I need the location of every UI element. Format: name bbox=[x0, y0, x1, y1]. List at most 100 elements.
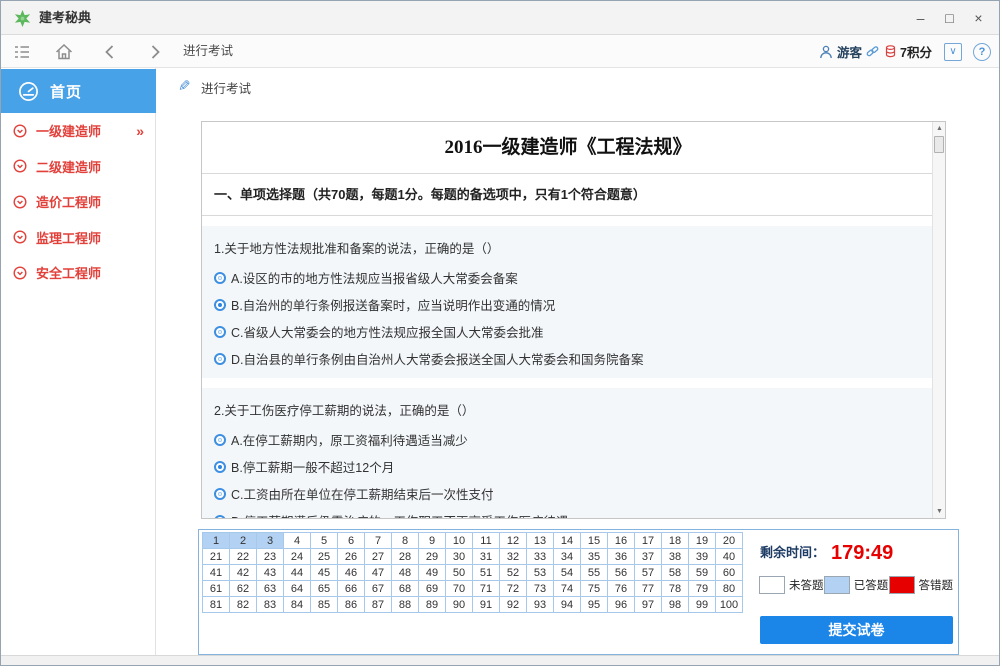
sidebar-item-zaojia[interactable]: 造价工程师 bbox=[1, 184, 156, 220]
answer-grid-cell[interactable]: 17 bbox=[635, 533, 662, 549]
radio-button-icon[interactable] bbox=[214, 272, 226, 284]
forward-icon[interactable] bbox=[145, 42, 165, 62]
answer-grid-cell[interactable]: 38 bbox=[662, 549, 689, 565]
answer-grid-cell[interactable]: 91 bbox=[473, 597, 500, 613]
answer-grid-cell[interactable]: 5 bbox=[311, 533, 338, 549]
menu-list-icon[interactable] bbox=[12, 42, 32, 62]
answer-grid-cell[interactable]: 54 bbox=[554, 565, 581, 581]
scroll-up-icon[interactable]: ▲ bbox=[933, 122, 946, 135]
radio-button-icon[interactable] bbox=[214, 488, 226, 500]
answer-grid-cell[interactable]: 60 bbox=[716, 565, 743, 581]
answer-grid-cell[interactable]: 21 bbox=[203, 549, 230, 565]
answer-grid-cell[interactable]: 62 bbox=[230, 581, 257, 597]
answer-option[interactable]: C.工资由所在单位在停工薪期结束后一次性支付 bbox=[212, 480, 924, 507]
answer-grid-cell[interactable]: 83 bbox=[257, 597, 284, 613]
close-button[interactable]: × bbox=[964, 5, 993, 31]
answer-grid-cell[interactable]: 6 bbox=[338, 533, 365, 549]
answer-grid-cell[interactable]: 12 bbox=[500, 533, 527, 549]
answer-grid-cell[interactable]: 41 bbox=[203, 565, 230, 581]
radio-button-icon[interactable] bbox=[214, 353, 226, 365]
minimize-button[interactable]: – bbox=[906, 5, 935, 31]
radio-button-icon[interactable] bbox=[214, 461, 226, 473]
scrollbar-thumb[interactable] bbox=[934, 136, 944, 153]
answer-grid-cell[interactable]: 19 bbox=[689, 533, 716, 549]
answer-grid-cell[interactable]: 16 bbox=[608, 533, 635, 549]
answer-grid-cell[interactable]: 74 bbox=[554, 581, 581, 597]
answer-grid-cell[interactable]: 32 bbox=[500, 549, 527, 565]
answer-grid-cell[interactable]: 84 bbox=[284, 597, 311, 613]
answer-grid-cell[interactable]: 68 bbox=[392, 581, 419, 597]
answer-grid-cell[interactable]: 78 bbox=[662, 581, 689, 597]
answer-grid-cell[interactable]: 28 bbox=[392, 549, 419, 565]
answer-grid-cell[interactable]: 25 bbox=[311, 549, 338, 565]
answer-grid-cell[interactable]: 85 bbox=[311, 597, 338, 613]
answer-grid-cell[interactable]: 50 bbox=[446, 565, 473, 581]
sidebar-item-anquan[interactable]: 安全工程师 bbox=[1, 255, 156, 291]
answer-grid-cell[interactable]: 93 bbox=[527, 597, 554, 613]
answer-grid-cell[interactable]: 96 bbox=[608, 597, 635, 613]
answer-grid-cell[interactable]: 47 bbox=[365, 565, 392, 581]
answer-grid-cell[interactable]: 22 bbox=[230, 549, 257, 565]
answer-grid-cell[interactable]: 81 bbox=[203, 597, 230, 613]
answer-option[interactable]: D.自治县的单行条例由自治州人大常委会报送全国人大常委会和国务院备案 bbox=[212, 345, 924, 372]
answer-grid-cell[interactable]: 66 bbox=[338, 581, 365, 597]
answer-grid-cell[interactable]: 48 bbox=[392, 565, 419, 581]
answer-grid-cell[interactable]: 69 bbox=[419, 581, 446, 597]
answer-grid-cell[interactable]: 99 bbox=[689, 597, 716, 613]
answer-option[interactable]: C.省级人大常委会的地方性法规应报全国人大常委会批准 bbox=[212, 318, 924, 345]
radio-button-icon[interactable] bbox=[214, 515, 226, 520]
answer-grid-cell[interactable]: 13 bbox=[527, 533, 554, 549]
answer-grid-cell[interactable]: 15 bbox=[581, 533, 608, 549]
answer-option[interactable]: B.自治州的单行条例报送备案时，应当说明作出变通的情况 bbox=[212, 291, 924, 318]
answer-grid-cell[interactable]: 8 bbox=[392, 533, 419, 549]
maximize-button[interactable]: □ bbox=[935, 5, 964, 31]
radio-button-icon[interactable] bbox=[214, 326, 226, 338]
dropdown-box-icon[interactable]: ∨ bbox=[944, 43, 962, 61]
answer-grid-cell[interactable]: 71 bbox=[473, 581, 500, 597]
answer-grid-cell[interactable]: 11 bbox=[473, 533, 500, 549]
answer-grid-cell[interactable]: 20 bbox=[716, 533, 743, 549]
answer-grid-cell[interactable]: 37 bbox=[635, 549, 662, 565]
answer-grid-cell[interactable]: 63 bbox=[257, 581, 284, 597]
answer-grid-cell[interactable]: 7 bbox=[365, 533, 392, 549]
answer-grid-cell[interactable]: 53 bbox=[527, 565, 554, 581]
back-icon[interactable] bbox=[100, 42, 120, 62]
scroll-down-icon[interactable]: ▼ bbox=[933, 505, 946, 518]
sidebar-item-yiji[interactable]: 一级建造师 » bbox=[1, 113, 156, 149]
answer-grid-cell[interactable]: 51 bbox=[473, 565, 500, 581]
answer-grid-cell[interactable]: 14 bbox=[554, 533, 581, 549]
answer-option[interactable]: D.停工薪期满后仍需治疗的，工伤职工不再享受工伤医疗待遇 bbox=[212, 507, 924, 519]
answer-grid-cell[interactable]: 88 bbox=[392, 597, 419, 613]
answer-option[interactable]: A.设区的市的地方性法规应当报省级人大常委会备案 bbox=[212, 264, 924, 291]
answer-grid-cell[interactable]: 75 bbox=[581, 581, 608, 597]
expand-arrows-icon[interactable]: » bbox=[136, 123, 142, 139]
answer-grid-cell[interactable]: 30 bbox=[446, 549, 473, 565]
user-account[interactable]: 游客 bbox=[819, 35, 879, 68]
answer-grid-cell[interactable]: 39 bbox=[689, 549, 716, 565]
answer-grid-cell[interactable]: 86 bbox=[338, 597, 365, 613]
answer-grid-cell[interactable]: 59 bbox=[689, 565, 716, 581]
answer-grid-cell[interactable]: 26 bbox=[338, 549, 365, 565]
answer-option[interactable]: B.停工薪期一般不超过12个月 bbox=[212, 453, 924, 480]
answer-grid-cell[interactable]: 65 bbox=[311, 581, 338, 597]
answer-grid-cell[interactable]: 18 bbox=[662, 533, 689, 549]
answer-grid-cell[interactable]: 40 bbox=[716, 549, 743, 565]
answer-grid-cell[interactable]: 67 bbox=[365, 581, 392, 597]
points-balance[interactable]: 7积分 bbox=[885, 35, 932, 68]
answer-grid-cell[interactable]: 23 bbox=[257, 549, 284, 565]
answer-grid-cell[interactable]: 2 bbox=[230, 533, 257, 549]
answer-grid-cell[interactable]: 55 bbox=[581, 565, 608, 581]
radio-button-icon[interactable] bbox=[214, 434, 226, 446]
answer-grid-cell[interactable]: 73 bbox=[527, 581, 554, 597]
answer-grid-cell[interactable]: 49 bbox=[419, 565, 446, 581]
answer-grid-cell[interactable]: 100 bbox=[716, 597, 743, 613]
answer-grid-cell[interactable]: 56 bbox=[608, 565, 635, 581]
answer-grid-cell[interactable]: 24 bbox=[284, 549, 311, 565]
answer-grid-cell[interactable]: 82 bbox=[230, 597, 257, 613]
answer-grid-cell[interactable]: 72 bbox=[500, 581, 527, 597]
answer-grid-cell[interactable]: 64 bbox=[284, 581, 311, 597]
sidebar-item-home[interactable]: 首页 bbox=[1, 69, 156, 113]
answer-grid-cell[interactable]: 9 bbox=[419, 533, 446, 549]
answer-grid-cell[interactable]: 33 bbox=[527, 549, 554, 565]
home-icon[interactable] bbox=[54, 42, 74, 62]
